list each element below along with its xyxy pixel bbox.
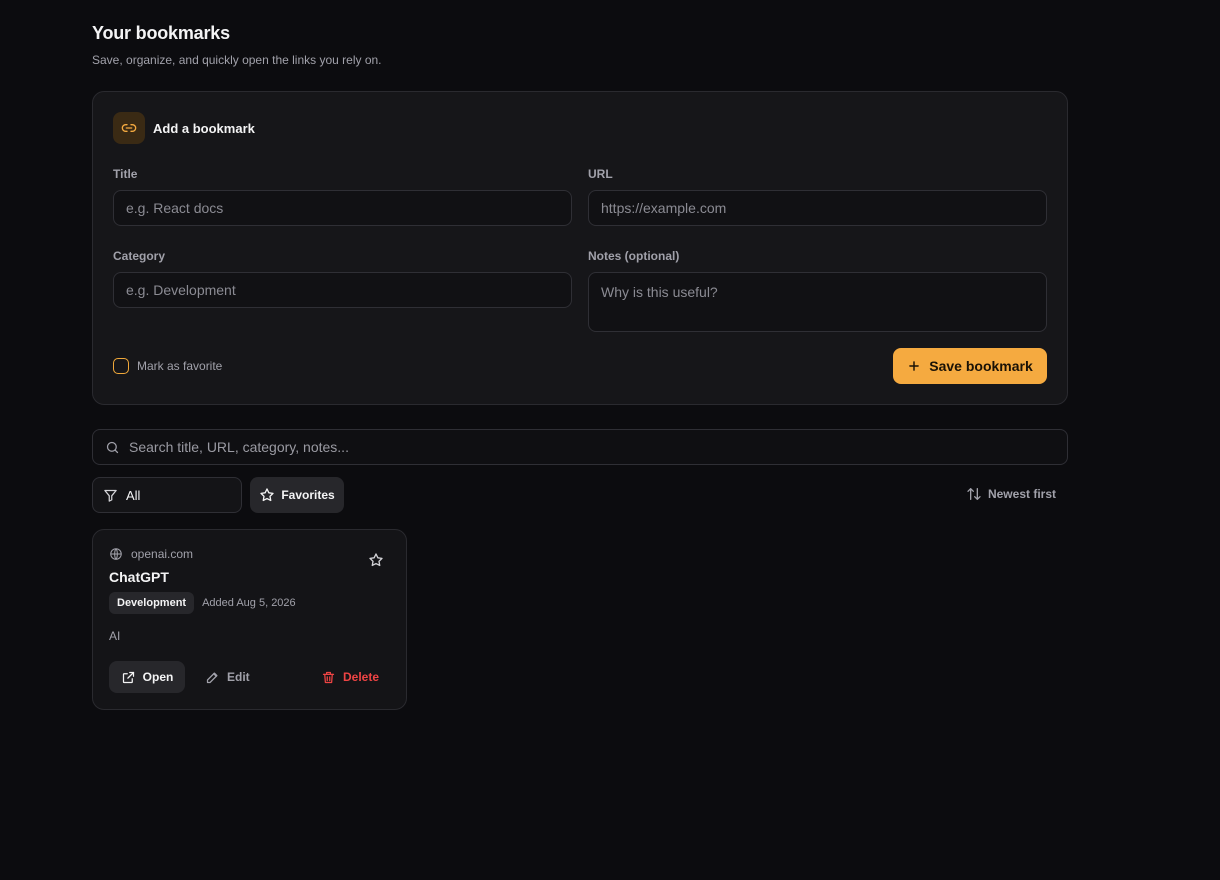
edit-label: Edit <box>227 670 250 684</box>
edit-button[interactable]: Edit <box>205 661 250 693</box>
link-icon <box>113 112 145 144</box>
save-bookmark-button[interactable]: Save bookmark <box>893 348 1047 384</box>
globe-icon <box>110 548 122 560</box>
delete-button[interactable]: Delete <box>321 661 379 693</box>
favorite-checkbox-row[interactable]: Mark as favorite <box>113 358 222 374</box>
page-subtitle: Save, organize, and quickly open the lin… <box>92 53 382 67</box>
sort-icon <box>967 488 981 500</box>
filter-select[interactable]: All <box>92 477 242 513</box>
form-heading: Add a bookmark <box>153 120 255 136</box>
pencil-icon <box>206 672 218 683</box>
bookmark-domain-row: openai.com <box>109 547 193 561</box>
bookmark-card: openai.com ChatGPT Development Added Aug… <box>92 529 407 710</box>
added-date: Added Aug 5, 2026 <box>202 597 296 609</box>
notes-label: Notes (optional) <box>588 249 680 263</box>
search-icon <box>105 440 120 460</box>
trash-icon <box>322 671 335 683</box>
open-button[interactable]: Open <box>109 661 185 693</box>
page-title: Your bookmarks <box>92 23 230 43</box>
bookmark-meta: Development Added Aug 5, 2026 <box>109 592 296 614</box>
favorites-filter-label: Favorites <box>281 488 335 502</box>
star-icon <box>260 488 274 502</box>
favorites-filter-button[interactable]: Favorites <box>250 477 344 513</box>
form-header: Add a bookmark <box>113 112 255 144</box>
sort-label: Newest first <box>987 487 1056 501</box>
bookmark-title[interactable]: ChatGPT <box>109 569 169 585</box>
category-input[interactable] <box>113 272 572 308</box>
sort-button[interactable]: Newest first <box>966 486 1056 502</box>
filter-icon <box>104 489 117 502</box>
plus-icon <box>909 361 920 371</box>
search-input[interactable] <box>129 430 1049 464</box>
url-input[interactable] <box>588 190 1047 226</box>
category-label: Category <box>113 249 166 263</box>
url-label: URL <box>588 167 613 181</box>
open-label: Open <box>142 670 174 684</box>
notes-textarea[interactable] <box>588 272 1047 332</box>
filter-value: All <box>126 487 141 503</box>
category-badge: Development <box>109 592 195 614</box>
favorite-toggle-star-icon[interactable] <box>368 552 384 573</box>
delete-label: Delete <box>343 670 380 684</box>
favorite-checkbox[interactable] <box>113 358 129 374</box>
title-label: Title <box>113 167 138 181</box>
external-link-icon <box>122 671 134 683</box>
search-box <box>92 429 1068 465</box>
add-bookmark-form: Add a bookmark Title URL Category Notes … <box>92 91 1068 405</box>
save-bookmark-label: Save bookmark <box>929 358 1033 374</box>
bookmark-domain: openai.com <box>131 547 194 561</box>
bookmark-actions: Open Edit Delete <box>109 661 392 693</box>
bookmark-notes: AI <box>109 629 121 643</box>
title-input[interactable] <box>113 190 572 226</box>
favorite-label: Mark as favorite <box>137 359 223 373</box>
